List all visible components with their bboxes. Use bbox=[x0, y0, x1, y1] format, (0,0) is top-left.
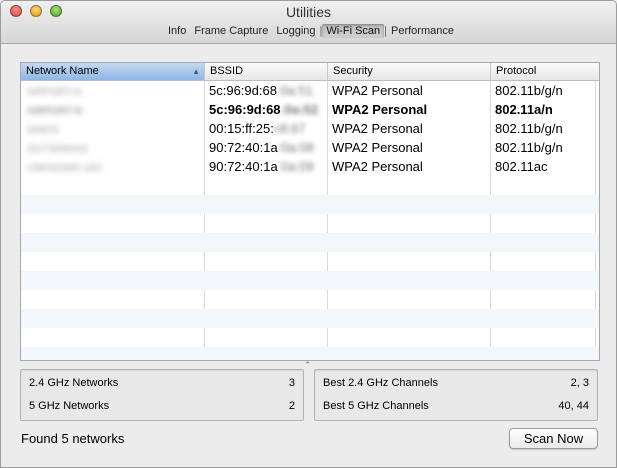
table-row[interactable]: AIRPORT-N 5c:96:9d:68:0a:51 WPA2 Persona… bbox=[21, 81, 599, 100]
empty-row bbox=[21, 290, 599, 309]
bssid-text: 5c:96:9d:68 bbox=[209, 83, 277, 98]
tab-info[interactable]: Info bbox=[164, 24, 190, 38]
bssid-redacted: :0a:52 bbox=[280, 102, 319, 117]
network-name-cell: AIRPORT-N bbox=[23, 100, 203, 119]
stat-best-5ghz-channels: Best 5 GHz Channels 40, 44 bbox=[315, 400, 597, 418]
sort-ascending-icon: ▲ bbox=[192, 67, 200, 76]
bssid-redacted: :0a:09 bbox=[277, 159, 314, 174]
bssid-cell: 5c:96:9d:68:0a:52 bbox=[205, 100, 327, 119]
empty-row bbox=[21, 195, 599, 214]
bssid-cell: 00:15:ff:25:c8:67 bbox=[205, 119, 327, 138]
protocol-cell: 802.11b/g/n bbox=[495, 121, 563, 136]
column-header-security[interactable]: Security bbox=[328, 63, 491, 80]
protocol-cell: 802.11b/g/n bbox=[495, 83, 563, 98]
stat-value: 3 bbox=[288, 377, 295, 389]
tab-wifi-scan[interactable]: Wi-Fi Scan bbox=[322, 23, 385, 38]
bssid-text: 5c:96:9d:68 bbox=[209, 102, 281, 117]
window-title: Utilities bbox=[285, 4, 332, 20]
table-row[interactable]: AIRPORT-N 5c:96:9d:68:0a:52 WPA2 Persona… bbox=[21, 100, 599, 119]
bssid-cell: 5c:96:9d:68:0a:51 bbox=[205, 81, 327, 100]
scan-status-text: Found 5 networks bbox=[21, 431, 125, 446]
table-body: AIRPORT-N 5c:96:9d:68:0a:51 WPA2 Persona… bbox=[21, 81, 599, 360]
bssid-redacted: c8:67 bbox=[273, 121, 306, 136]
empty-row bbox=[21, 309, 599, 328]
title-bar: Utilities Info Frame Capture Logging | W… bbox=[1, 1, 616, 44]
table-row[interactable]: DINOS 00:15:ff:25:c8:67 WPA2 Personal 80… bbox=[21, 119, 599, 138]
stat-2ghz-networks: 2.4 GHz Networks 3 bbox=[21, 377, 303, 395]
empty-row bbox=[21, 271, 599, 290]
empty-row bbox=[21, 328, 599, 347]
bssid-text: 90:72:40:1a bbox=[209, 159, 278, 174]
column-header-label: Network Name bbox=[26, 65, 99, 77]
network-name-text: AIRPORT-N bbox=[27, 106, 82, 117]
tab-bar: Info Frame Capture Logging | Wi-Fi Scan … bbox=[164, 22, 458, 39]
column-header-network-name[interactable]: Network Name ▲ bbox=[21, 63, 205, 80]
stat-5ghz-networks: 5 GHz Networks 2 bbox=[21, 400, 303, 418]
utilities-window: Utilities Info Frame Capture Logging | W… bbox=[0, 0, 617, 468]
security-cell: WPA2 Personal bbox=[332, 102, 428, 117]
column-header-protocol[interactable]: Protocol bbox=[491, 63, 599, 80]
networks-table[interactable]: Network Name ▲ BSSID Security Protocol A… bbox=[20, 62, 600, 361]
network-name-text: UNKNOWN-1AC bbox=[27, 163, 103, 174]
table-row[interactable]: UNKNOWN-1AC 90:72:40:1a:0a:09 WPA2 Perso… bbox=[21, 157, 599, 176]
security-cell: WPA2 Personal bbox=[332, 83, 423, 98]
best-channels-panel: Best 2.4 GHz Channels 2, 3 Best 5 GHz Ch… bbox=[314, 369, 598, 421]
security-cell: WPA2 Personal bbox=[332, 121, 423, 136]
network-name-text: AIRPORT-N bbox=[27, 87, 82, 98]
network-name-text: DINOS bbox=[27, 125, 59, 136]
bssid-text: 00:15:ff:25: bbox=[209, 121, 274, 136]
tab-logging[interactable]: Logging bbox=[272, 24, 319, 38]
stat-value: 2 bbox=[288, 400, 295, 412]
empty-row bbox=[21, 252, 599, 271]
stat-label: Best 5 GHz Channels bbox=[323, 400, 429, 412]
tab-performance[interactable]: Performance bbox=[387, 24, 458, 38]
empty-row bbox=[21, 233, 599, 252]
network-name-cell: DINOS bbox=[23, 119, 203, 138]
stat-label: 2.4 GHz Networks bbox=[29, 377, 119, 389]
network-name-cell: OUTSPANAS bbox=[23, 138, 203, 157]
network-name-cell: AIRPORT-N bbox=[23, 81, 203, 100]
tab-frame-capture[interactable]: Frame Capture bbox=[190, 24, 272, 38]
scan-now-button[interactable]: Scan Now bbox=[509, 428, 598, 449]
split-view-handle-icon[interactable]: ⌃ bbox=[304, 360, 312, 371]
network-name-text: OUTSPANAS bbox=[27, 144, 88, 155]
empty-row bbox=[21, 176, 599, 195]
bssid-redacted: :0a:08 bbox=[277, 140, 314, 155]
security-cell: WPA2 Personal bbox=[332, 159, 423, 174]
stat-label: Best 2.4 GHz Channels bbox=[323, 377, 438, 389]
network-count-panel: 2.4 GHz Networks 3 5 GHz Networks 2 bbox=[20, 369, 304, 421]
table-row[interactable]: OUTSPANAS 90:72:40:1a:0a:08 WPA2 Persona… bbox=[21, 138, 599, 157]
protocol-cell: 802.11b/g/n bbox=[495, 140, 563, 155]
stat-best-2ghz-channels: Best 2.4 GHz Channels 2, 3 bbox=[315, 377, 597, 395]
security-cell: WPA2 Personal bbox=[332, 140, 423, 155]
column-header-bssid[interactable]: BSSID bbox=[205, 63, 328, 80]
stat-label: 5 GHz Networks bbox=[29, 400, 110, 412]
bssid-cell: 90:72:40:1a:0a:08 bbox=[205, 138, 327, 157]
protocol-cell: 802.11a/n bbox=[495, 102, 553, 117]
stat-value: 40, 44 bbox=[558, 400, 589, 412]
bssid-redacted: :0a:51 bbox=[276, 83, 314, 98]
empty-row bbox=[21, 347, 599, 360]
table-header: Network Name ▲ BSSID Security Protocol bbox=[21, 63, 599, 81]
bssid-cell: 90:72:40:1a:0a:09 bbox=[205, 157, 327, 176]
protocol-cell: 802.11ac bbox=[495, 159, 548, 174]
stat-value: 2, 3 bbox=[570, 377, 589, 389]
empty-row bbox=[21, 214, 599, 233]
network-name-cell: UNKNOWN-1AC bbox=[23, 157, 203, 176]
bssid-text: 90:72:40:1a bbox=[209, 140, 278, 155]
